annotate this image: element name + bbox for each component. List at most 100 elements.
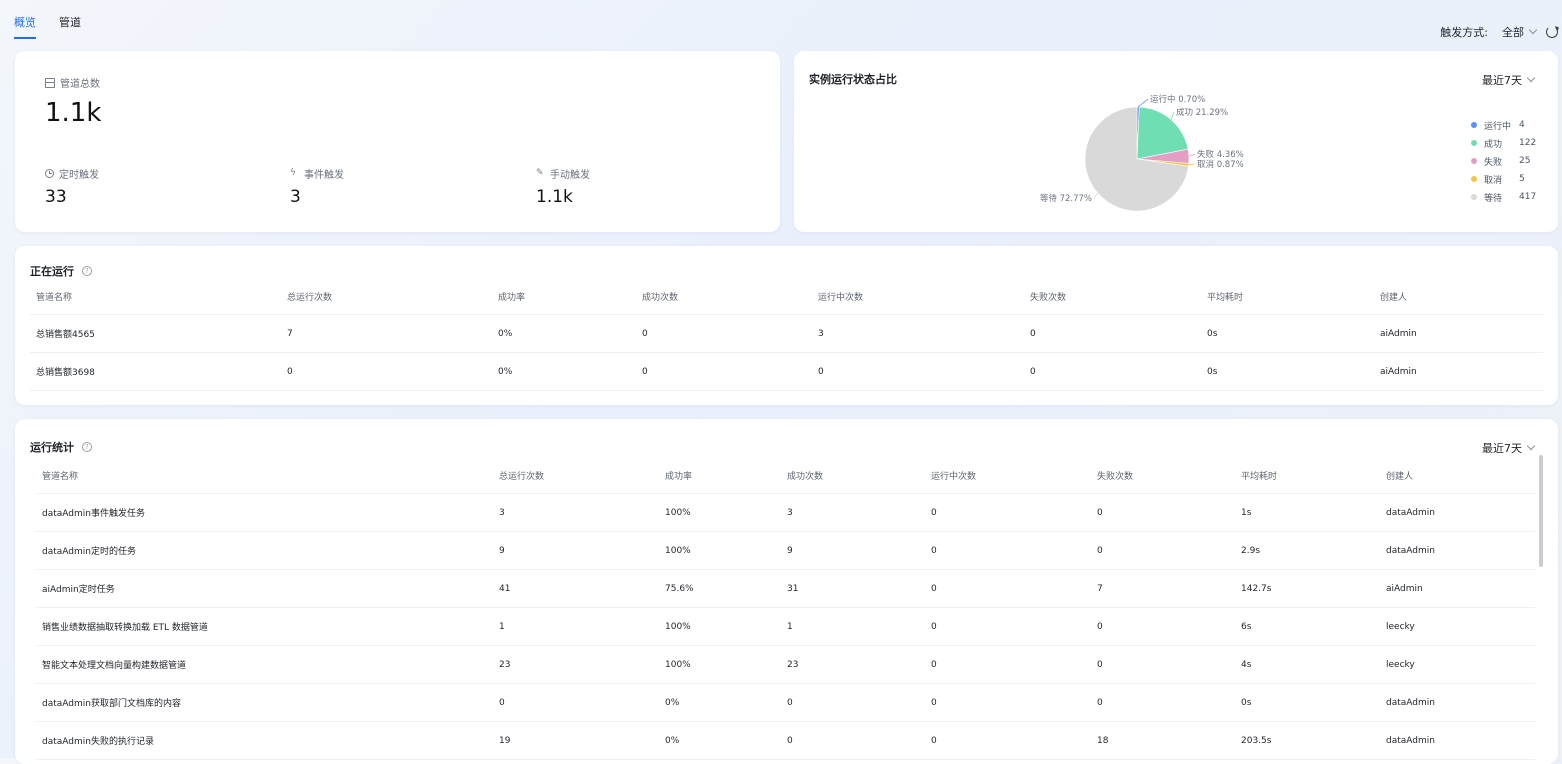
running-table-header: 管道名称 总运行次数 成功率 成功次数 运行中次数 失败次数 平均耗时 创建人 (30, 279, 1543, 315)
legend-name: 成功 (1484, 139, 1503, 150)
pie-label-leader (1170, 111, 1175, 120)
status-range-value: 最近7天 (1482, 74, 1522, 87)
pie-slice-label: 失败 4.36% (1197, 149, 1244, 160)
table-cell: 0s (1235, 683, 1380, 722)
run-stats-table-body: dataAdmin事件触发任务 3 100% 3 0 0 1s dataAdmin dataAd… (36, 493, 1535, 760)
table-cell: dataAdmin定时的任务 (36, 531, 493, 570)
status-range-select[interactable]: 最近7天 (1482, 72, 1536, 88)
legend-dot (1471, 176, 1477, 182)
refresh-icon[interactable] (1546, 26, 1558, 38)
table-cell: 0% (659, 683, 781, 722)
table-cell: 0 (925, 721, 1091, 760)
table-row[interactable]: dataAdmin失败的执行记录 19 0% 0 0 18 203.5s dataAdmin (36, 721, 1535, 760)
legend-name: 取消 (1484, 175, 1503, 186)
pie-label-leader (1137, 98, 1149, 108)
table-cell: dataAdmin (1380, 531, 1535, 570)
event-trigger-label-row: ϟ 事件触发 (290, 166, 344, 182)
table-row[interactable]: dataAdmin事件触发任务 3 100% 3 0 0 1s dataAdmin (36, 493, 1535, 532)
tab-pipelines[interactable]: 管道 (59, 14, 81, 39)
pie-label-leader (1188, 153, 1196, 157)
table-cell: 19 (493, 721, 659, 760)
legend-item[interactable]: 成功 122 (1471, 134, 1536, 152)
table-cell: 7 (281, 314, 492, 353)
table-cell: 0 (493, 683, 659, 722)
legend-item[interactable]: 取消 5 (1471, 170, 1536, 188)
table-cell: 0 (925, 493, 1091, 532)
table-cell: 23 (781, 645, 925, 684)
table-cell: 41 (493, 569, 659, 608)
event-trigger-label: 事件触发 (304, 170, 344, 181)
run-stats-table-header: 管道名称 总运行次数 成功率 成功次数 运行中次数 失败次数 平均耗时 创建人 (36, 458, 1535, 494)
running-column-header: 成功率 (492, 279, 636, 315)
table-row[interactable]: 智能文本处理文档向量构建数据管道 23 100% 23 0 0 4s leecky (36, 645, 1535, 684)
legend-item[interactable]: 运行中 4 (1471, 116, 1536, 134)
table-cell: 0 (781, 721, 925, 760)
stats-range-value: 最近7天 (1482, 442, 1522, 455)
help-icon[interactable]: ? (82, 266, 92, 276)
table-cell: dataAdmin (1380, 493, 1535, 532)
table-cell: 0 (1091, 493, 1235, 532)
table-cell: dataAdmin失败的执行记录 (36, 721, 493, 760)
table-cell: 3 (812, 314, 1024, 353)
running-table-body: 总销售额4565 7 0% 0 3 0 0s aiAdmin 总销售额3698 0 0% 0 0 0 0s a… (30, 314, 1543, 391)
table-cell: 0 (1091, 645, 1235, 684)
run-stats-table: 管道名称 总运行次数 成功率 成功次数 运行中次数 失败次数 平均耗时 创建人 dataAdm… (36, 458, 1535, 760)
table-cell: 100% (659, 607, 781, 646)
legend-count: 25 (1519, 156, 1531, 166)
running-column-header: 管道名称 (30, 279, 281, 315)
pie-slice-label: 运行中 0.70% (1150, 94, 1205, 105)
table-cell: aiAdmin (1374, 352, 1543, 391)
stats-range-select[interactable]: 最近7天 (1482, 440, 1536, 456)
table-cell: 0 (925, 569, 1091, 608)
table-cell: dataAdmin (1380, 721, 1535, 760)
manual-trigger-value: 1.1k (536, 187, 573, 207)
table-row[interactable]: dataAdmin获取部门文档库的内容 0 0% 0 0 0 0s dataAdmin (36, 683, 1535, 722)
running-column-header: 运行中次数 (812, 279, 1024, 315)
vertical-scrollbar[interactable] (1539, 455, 1543, 567)
table-cell: dataAdmin获取部门文档库的内容 (36, 683, 493, 722)
running-column-header: 创建人 (1374, 279, 1543, 315)
stats-column-header: 运行中次数 (925, 458, 1091, 494)
stats-column-header: 管道名称 (36, 458, 493, 494)
table-row[interactable]: aiAdmin定时任务 41 75.6% 31 0 7 142.7s aiAdmin (36, 569, 1535, 608)
legend-dot (1471, 194, 1477, 200)
table-cell: 3 (493, 493, 659, 532)
table-cell: leecky (1380, 607, 1535, 646)
table-cell: aiAdmin定时任务 (36, 569, 493, 608)
chevron-down-icon (1526, 73, 1536, 83)
total-pipelines-value: 1.1k (45, 98, 102, 128)
table-cell: 0 (925, 531, 1091, 570)
manual-trigger-label-row: ✎ 手动触发 (536, 166, 590, 182)
table-row[interactable]: 销售业绩数据抽取转换加载 ETL 数据管道 1 100% 1 0 0 6s leecky (36, 607, 1535, 646)
stats-column-header: 总运行次数 (493, 458, 659, 494)
running-card: 正在运行 ? 管道名称 总运行次数 成功率 成功次数 运行中次数 失败次数 平均耗时 创建人 … (15, 246, 1558, 405)
database-icon (45, 77, 55, 88)
trigger-select[interactable]: 全部 (1502, 24, 1538, 40)
tab-overview[interactable]: 概览 (14, 14, 36, 39)
legend-item[interactable]: 失败 25 (1471, 152, 1536, 170)
table-cell: 0 (281, 352, 492, 391)
table-cell: dataAdmin (1380, 683, 1535, 722)
table-cell: 3 (781, 493, 925, 532)
table-row[interactable]: 总销售额4565 7 0% 0 3 0 0s aiAdmin (30, 314, 1543, 353)
stats-column-header: 创建人 (1380, 458, 1535, 494)
table-cell: 0 (636, 352, 812, 391)
trigger-select-value: 全部 (1502, 26, 1524, 39)
status-legend: 运行中 4 成功 122 失败 25 取消 5 等待 417 (1471, 116, 1536, 206)
legend-name: 等待 (1484, 193, 1503, 204)
table-cell: 智能文本处理文档向量构建数据管道 (36, 645, 493, 684)
legend-item[interactable]: 等待 417 (1471, 188, 1536, 206)
legend-count: 417 (1519, 192, 1537, 202)
legend-name: 失败 (1484, 157, 1503, 168)
legend-dot (1471, 158, 1477, 164)
pie-label-leader (1188, 163, 1196, 166)
tab-bar: 概览 管道 (14, 14, 81, 39)
table-row[interactable]: 总销售额3698 0 0% 0 0 0 0s aiAdmin (30, 352, 1543, 391)
help-icon[interactable]: ? (82, 442, 92, 452)
hand-icon: ✎ (536, 168, 544, 178)
table-cell: 2.9s (1235, 531, 1380, 570)
chevron-down-icon (1526, 441, 1536, 451)
table-row[interactable]: dataAdmin定时的任务 9 100% 9 0 0 2.9s dataAdmin (36, 531, 1535, 570)
table-cell: 142.7s (1235, 569, 1380, 608)
table-cell: 0% (659, 721, 781, 760)
